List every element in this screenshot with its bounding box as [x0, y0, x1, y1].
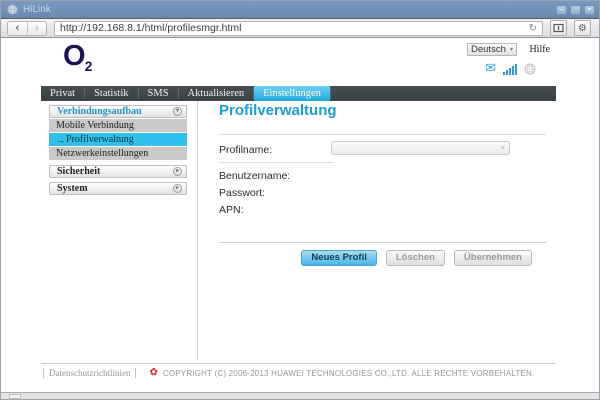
forward-button[interactable]: › — [27, 21, 46, 35]
refresh-icon[interactable]: ↻ — [529, 22, 537, 35]
gear-icon: ⚙ — [578, 22, 587, 34]
uebernehmen-button[interactable]: Übernehmen — [453, 250, 532, 266]
panel-icon — [553, 23, 564, 33]
sidebar-item-netzwerkeinstellungen[interactable]: Netzwerkeinstellungen — [49, 147, 187, 160]
status-icons: ✉ — [485, 62, 536, 75]
window-bottom-bar — [1, 392, 599, 399]
tab-privat[interactable]: Privat — [41, 86, 84, 101]
browser-toolbar: ‹ › ↻ ⚙ — [1, 19, 599, 38]
maximize-button[interactable]: ▫ — [570, 4, 581, 15]
expand-circle-icon: ▸ — [173, 184, 182, 193]
button-row: Neues Profil Löschen Übernehmen — [219, 250, 546, 266]
resize-grip[interactable] — [9, 394, 21, 399]
language-select[interactable]: Deutsch ▾ — [467, 43, 517, 56]
sidebar-item-profilverwaltung[interactable]: → Profilverwaltung — [49, 133, 187, 146]
collapse-circle-icon: ▾ — [173, 107, 182, 116]
browser-window: HiLink – ▫ ▪ ‹ › ↻ ⚙ O2 — [0, 0, 600, 400]
o2-logo: O2 — [63, 40, 93, 74]
copyright-text: COPYRIGHT (C) 2006-2013 HUAWEI TECHNOLOG… — [162, 368, 535, 378]
huawei-logo-icon: ✿ — [149, 367, 158, 378]
url-input[interactable] — [60, 21, 529, 35]
profile-management-panel: Profilverwaltung Profilname: ˅ Benutzern… — [219, 101, 546, 366]
network-globe-icon — [524, 63, 536, 75]
chevron-down-icon: ˅ — [500, 144, 505, 152]
field-divider — [219, 162, 334, 163]
apn-label: APN: — [219, 204, 244, 216]
settings-menu-button[interactable]: ⚙ — [574, 20, 591, 36]
sidebar-section-system[interactable]: System ▸ — [49, 182, 187, 195]
sidebar-item-mobile-verbindung[interactable]: Mobile Verbindung — [49, 119, 187, 132]
mail-icon[interactable]: ✉ — [485, 62, 496, 75]
loeschen-button[interactable]: Löschen — [385, 250, 445, 266]
privacy-link[interactable]: Datenschutzrichtlinien — [43, 368, 137, 378]
tab-statistik[interactable]: Statistik — [85, 86, 137, 101]
help-link[interactable]: Hilfe — [529, 44, 550, 55]
benutzername-label: Benutzername: — [219, 170, 291, 182]
back-button[interactable]: ‹ — [8, 22, 27, 35]
sidebar-section-sicherheit[interactable]: Sicherheit ▸ — [49, 165, 187, 178]
chevron-down-icon: ▾ — [509, 47, 513, 53]
neues-profil-button[interactable]: Neues Profil — [301, 250, 377, 266]
content-divider — [197, 101, 198, 361]
expand-circle-icon: ▸ — [173, 167, 182, 176]
page-title: Profilverwaltung — [219, 102, 337, 119]
signal-strength-icon — [503, 64, 517, 75]
main-nav: Privat Statistik SMS Aktualisieren Einst… — [41, 86, 556, 101]
sidebar-section-verbindungsaufbau[interactable]: Verbindungsaufbau ▾ — [49, 105, 187, 118]
profilname-select[interactable]: ˅ — [331, 141, 510, 155]
history-nav-group: ‹ › — [7, 20, 47, 36]
page-footer: Datenschutzrichtlinien ✿ COPYRIGHT (C) 2… — [41, 363, 556, 378]
address-bar[interactable]: ↻ — [54, 20, 543, 36]
tab-aktualisieren[interactable]: Aktualisieren — [179, 86, 254, 101]
window-title: HiLink — [23, 4, 51, 15]
title-divider — [219, 134, 546, 135]
settings-sidebar: Verbindungsaufbau ▾ Mobile Verbindung → … — [49, 105, 187, 195]
page-viewport: O2 Deutsch ▾ Hilfe ✉ Privat Statistik SM… — [1, 38, 599, 392]
nav-divider — [329, 88, 331, 99]
active-arrow-icon: → — [56, 134, 65, 145]
close-button[interactable]: ▪ — [584, 4, 595, 15]
window-titlebar[interactable]: HiLink – ▫ ▪ — [1, 1, 599, 19]
passwort-label: Passwort: — [219, 187, 266, 199]
buttons-divider — [219, 242, 546, 243]
language-value: Deutsch — [471, 44, 506, 55]
profilname-label: Profilname: — [219, 144, 273, 156]
globe-favicon-icon — [7, 4, 18, 15]
minimize-button[interactable]: – — [556, 4, 567, 15]
panel-button[interactable] — [550, 20, 567, 36]
tab-einstellungen[interactable]: Einstellungen — [254, 86, 330, 101]
tab-sms[interactable]: SMS — [139, 86, 178, 101]
